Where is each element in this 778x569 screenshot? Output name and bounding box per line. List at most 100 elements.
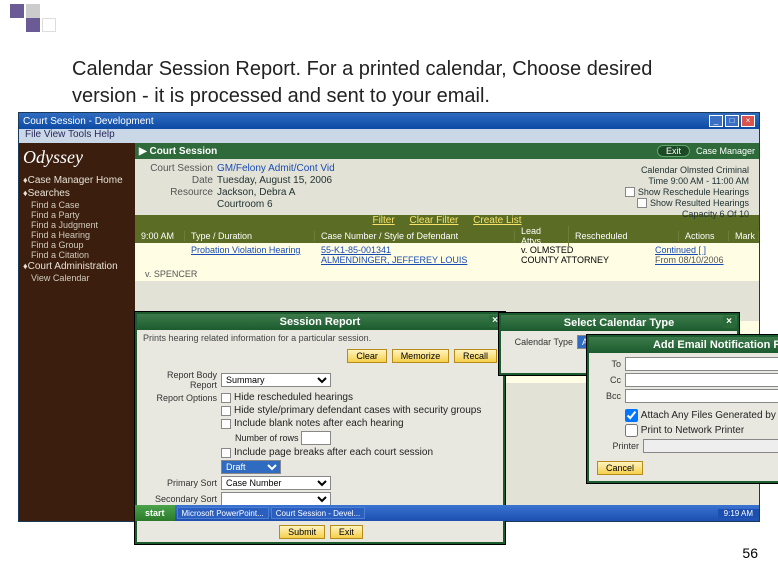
col-resched: Rescheduled: [569, 231, 679, 241]
label: Cc: [595, 375, 625, 385]
recall-button[interactable]: Recall: [454, 349, 497, 363]
main-panel: ▶ Court Session Exit Case Manager Court …: [135, 143, 759, 521]
list-item: v. SPENCER: [135, 267, 759, 281]
app-title-text: Court Session - Development: [23, 116, 154, 127]
report-body-select[interactable]: Summary: [221, 373, 331, 387]
label: Report Body Report: [143, 370, 221, 390]
draft-select[interactable]: Draft: [221, 460, 281, 474]
label: Number of rows: [221, 433, 299, 443]
exit-button[interactable]: Exit: [330, 525, 363, 539]
dialog-subtitle: Prints hearing related information for a…: [137, 330, 503, 346]
start-button[interactable]: start: [135, 505, 175, 521]
nav-find-citation[interactable]: Find a Citation: [23, 250, 131, 260]
col-mark: Mark: [729, 231, 759, 241]
close-button[interactable]: ×: [741, 115, 755, 127]
filter-link[interactable]: Filter: [372, 215, 394, 226]
nav-searches[interactable]: Searches: [23, 187, 131, 200]
attach-files-checkbox[interactable]: [625, 409, 638, 422]
nav-view-calendar[interactable]: View Calendar: [23, 273, 131, 283]
taskbar: start Microsoft PowerPoint... Court Sess…: [135, 505, 759, 521]
capacity-value: 6 Of 10: [719, 209, 749, 219]
hide-resched-checkbox[interactable]: [221, 393, 231, 403]
label: [141, 199, 217, 210]
window-titlebar: Court Session - Development _ □ ×: [19, 113, 759, 129]
dialog-title: Session Report: [280, 316, 361, 328]
case-manager-label: Case Manager: [696, 146, 755, 156]
calendar-value: Olmsted Criminal: [680, 165, 749, 175]
hearing-type-link[interactable]: Probation Violation Hearing: [185, 245, 315, 265]
nav-find-hearing[interactable]: Find a Hearing: [23, 230, 131, 240]
label: Court Session: [141, 163, 217, 174]
dialog-title: Add Email Notification Recipients: [653, 339, 778, 351]
slide-decor: [10, 4, 58, 32]
case-link[interactable]: 55-K1-85-001341ALMENDINGER, JEFFEREY LOU…: [315, 245, 515, 265]
to-input[interactable]: [625, 357, 778, 371]
dialog-title: Select Calendar Type: [564, 317, 674, 329]
taskbar-item[interactable]: Court Session - Devel...: [271, 507, 365, 519]
primary-sort-select[interactable]: Case Number: [221, 476, 331, 490]
label: Show Resulted Hearings: [650, 198, 749, 208]
exit-button[interactable]: Exit: [657, 145, 690, 157]
col-time: 9:00 AM: [135, 231, 185, 241]
session-detail: Court SessionGM/Felony Admit/Cont Vid Da…: [135, 159, 759, 215]
label: Secondary Sort: [143, 494, 221, 504]
maximize-button[interactable]: □: [725, 115, 739, 127]
col-actions: Actions: [679, 231, 729, 241]
table-row[interactable]: Probation Violation Hearing 55-K1-85-001…: [135, 243, 759, 267]
include-blank-checkbox[interactable]: [221, 419, 231, 429]
clear-button[interactable]: Clear: [347, 349, 387, 363]
rows-input[interactable]: [301, 431, 331, 445]
show-resched-checkbox[interactable]: [625, 187, 635, 197]
label: Include blank notes after each hearing: [234, 418, 404, 429]
label: To: [595, 359, 625, 369]
close-icon[interactable]: ×: [723, 316, 735, 328]
hide-style-checkbox[interactable]: [221, 406, 231, 416]
label: Capacity: [682, 209, 717, 219]
label: Calendar: [641, 165, 678, 175]
nav-admin[interactable]: Court Administration: [23, 260, 131, 273]
label: Print to Network Printer: [641, 425, 744, 436]
time-value: 9:00 AM - 11:00 AM: [671, 176, 749, 186]
logo: Odyssey: [23, 147, 131, 168]
submit-button[interactable]: Submit: [279, 525, 325, 539]
cc-input[interactable]: [625, 373, 778, 387]
resched-link[interactable]: Continued [ ]From 08/10/2006: [649, 245, 759, 265]
taskbar-item[interactable]: Microsoft PowerPoint...: [177, 507, 269, 519]
panel-title: ▶ Court Session: [139, 146, 217, 157]
label: Report Options: [143, 393, 221, 403]
label: Hide rescheduled hearings: [234, 392, 353, 403]
page-break-checkbox[interactable]: [221, 448, 231, 458]
memorize-button[interactable]: Memorize: [392, 349, 450, 363]
sidebar: Odyssey Case Manager Home Searches Find …: [19, 143, 135, 521]
table-header: 9:00 AM Type / Duration Case Number / St…: [135, 229, 759, 243]
bcc-input[interactable]: [625, 389, 778, 403]
label: Include page breaks after each court ses…: [234, 447, 433, 458]
tray-clock: 9:19 AM: [718, 509, 759, 518]
printer-input[interactable]: [643, 439, 778, 453]
label: Show Reschedule Hearings: [638, 187, 749, 197]
email-recipients-dialog: Add Email Notification Recipients× To Cc…: [587, 335, 778, 483]
nav-find-group[interactable]: Find a Group: [23, 240, 131, 250]
label: Bcc: [595, 391, 625, 401]
label: Attach Any Files Generated by Job: [641, 410, 778, 421]
clear-filter-link[interactable]: Clear Filter: [409, 215, 458, 226]
label: Resource: [141, 187, 217, 198]
session-link[interactable]: GM/Felony Admit/Cont Vid: [217, 163, 335, 174]
create-list-link[interactable]: Create List: [473, 215, 521, 226]
show-resulted-checkbox[interactable]: [637, 198, 647, 208]
resource-value: Jackson, Debra A: [217, 187, 295, 198]
col-attys: Lead Attys: [515, 226, 569, 246]
print-network-checkbox[interactable]: [625, 424, 638, 437]
nav-home[interactable]: Case Manager Home: [23, 174, 131, 187]
menu-bar[interactable]: File View Tools Help: [19, 129, 759, 143]
minimize-button[interactable]: _: [709, 115, 723, 127]
secondary-sort-select[interactable]: [221, 492, 331, 506]
app-window: Court Session - Development _ □ × File V…: [18, 112, 760, 522]
nav-find-party[interactable]: Find a Party: [23, 210, 131, 220]
page-number: 56: [742, 545, 758, 561]
col-type: Type / Duration: [185, 231, 315, 241]
resource-value2: Courtroom 6: [217, 199, 273, 210]
nav-find-judgment[interactable]: Find a Judgment: [23, 220, 131, 230]
cancel-button[interactable]: Cancel: [597, 461, 643, 475]
nav-find-case[interactable]: Find a Case: [23, 200, 131, 210]
